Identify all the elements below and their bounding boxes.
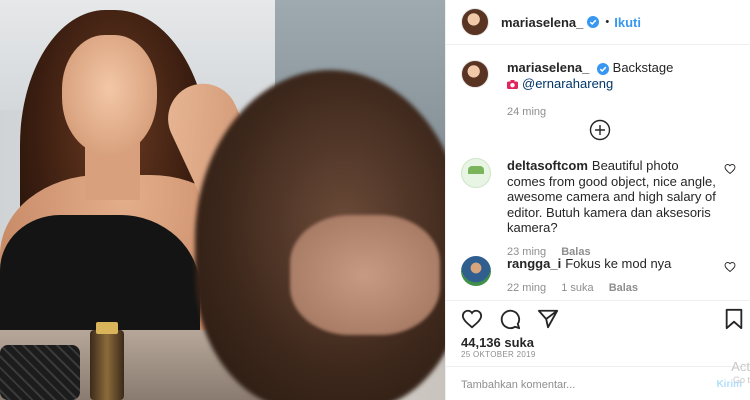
header-separator: • xyxy=(605,16,610,28)
actions-divider xyxy=(446,300,750,301)
photo-mirror-hand xyxy=(290,215,440,335)
activation-watermark-line1: Act xyxy=(731,359,750,374)
commenter-avatar[interactable] xyxy=(461,256,491,286)
camera-icon xyxy=(507,79,518,89)
verified-icon xyxy=(587,16,600,28)
comment-username[interactable]: deltasoftcom xyxy=(507,158,588,173)
comment-item: rangga_i Fokus ke mod nya 22 ming 1 suka … xyxy=(461,256,746,294)
photo-bag xyxy=(0,345,80,400)
post-header: mariaselena_ • Ikuti xyxy=(446,0,750,45)
caption-avatar[interactable] xyxy=(461,60,489,88)
caption-username[interactable]: mariaselena_ xyxy=(507,60,589,75)
add-comment-input[interactable] xyxy=(461,377,691,393)
commenter-avatar[interactable] xyxy=(461,158,491,188)
heart-icon[interactable] xyxy=(461,308,483,330)
verified-icon xyxy=(597,62,610,75)
author-avatar[interactable] xyxy=(461,8,489,36)
comment-box-divider xyxy=(446,366,750,367)
heart-icon[interactable] xyxy=(724,163,736,175)
comment-item: deltasoftcom Beautiful photo comes from g… xyxy=(461,158,746,258)
post-date: 25 OKTOBER 2019 xyxy=(461,350,536,359)
follow-button[interactable]: Ikuti xyxy=(614,15,641,30)
post-caption: mariaselena_ Backstage @ernarahareng 24 … xyxy=(461,60,741,120)
reply-button[interactable]: Balas xyxy=(609,282,638,294)
photo-perfume-bottle xyxy=(90,330,124,400)
plus-circle-icon[interactable] xyxy=(589,119,611,141)
photo-woman-face xyxy=(62,35,157,155)
activation-watermark-line2: Go t xyxy=(732,375,750,385)
like-count[interactable]: 44,136 suka xyxy=(461,335,534,350)
comment-like-count[interactable]: 1 suka xyxy=(561,282,593,294)
caption-time: 24 ming xyxy=(507,106,547,118)
comment-icon[interactable] xyxy=(499,308,521,330)
caption-mention-line: @ernarahareng xyxy=(507,76,741,92)
photo-perfume-cap xyxy=(96,322,118,334)
share-icon[interactable] xyxy=(537,308,559,330)
caption-mention-link[interactable]: @ernarahareng xyxy=(522,76,613,92)
post-side-panel: mariaselena_ • Ikuti mariaselena_ Backst… xyxy=(445,0,750,400)
post-photo[interactable] xyxy=(0,0,445,400)
caption-body: mariaselena_ Backstage @ernarahareng 24 … xyxy=(507,60,741,120)
caption-text: Backstage xyxy=(612,60,674,75)
comment-time: 22 ming xyxy=(507,281,547,294)
comment-meta: 22 ming 1 suka Balas xyxy=(507,282,746,294)
comment-text: Fokus ke mod nya xyxy=(565,256,672,271)
post-actions-bar xyxy=(461,308,746,332)
comment-username[interactable]: rangga_i xyxy=(507,256,561,271)
author-username[interactable]: mariaselena_ xyxy=(501,15,583,30)
bookmark-icon[interactable] xyxy=(723,308,745,330)
comment-text-block: rangga_i Fokus ke mod nya xyxy=(507,256,716,272)
heart-icon[interactable] xyxy=(724,261,736,273)
comment-text-block: deltasoftcom Beautiful photo comes from g… xyxy=(507,158,716,236)
